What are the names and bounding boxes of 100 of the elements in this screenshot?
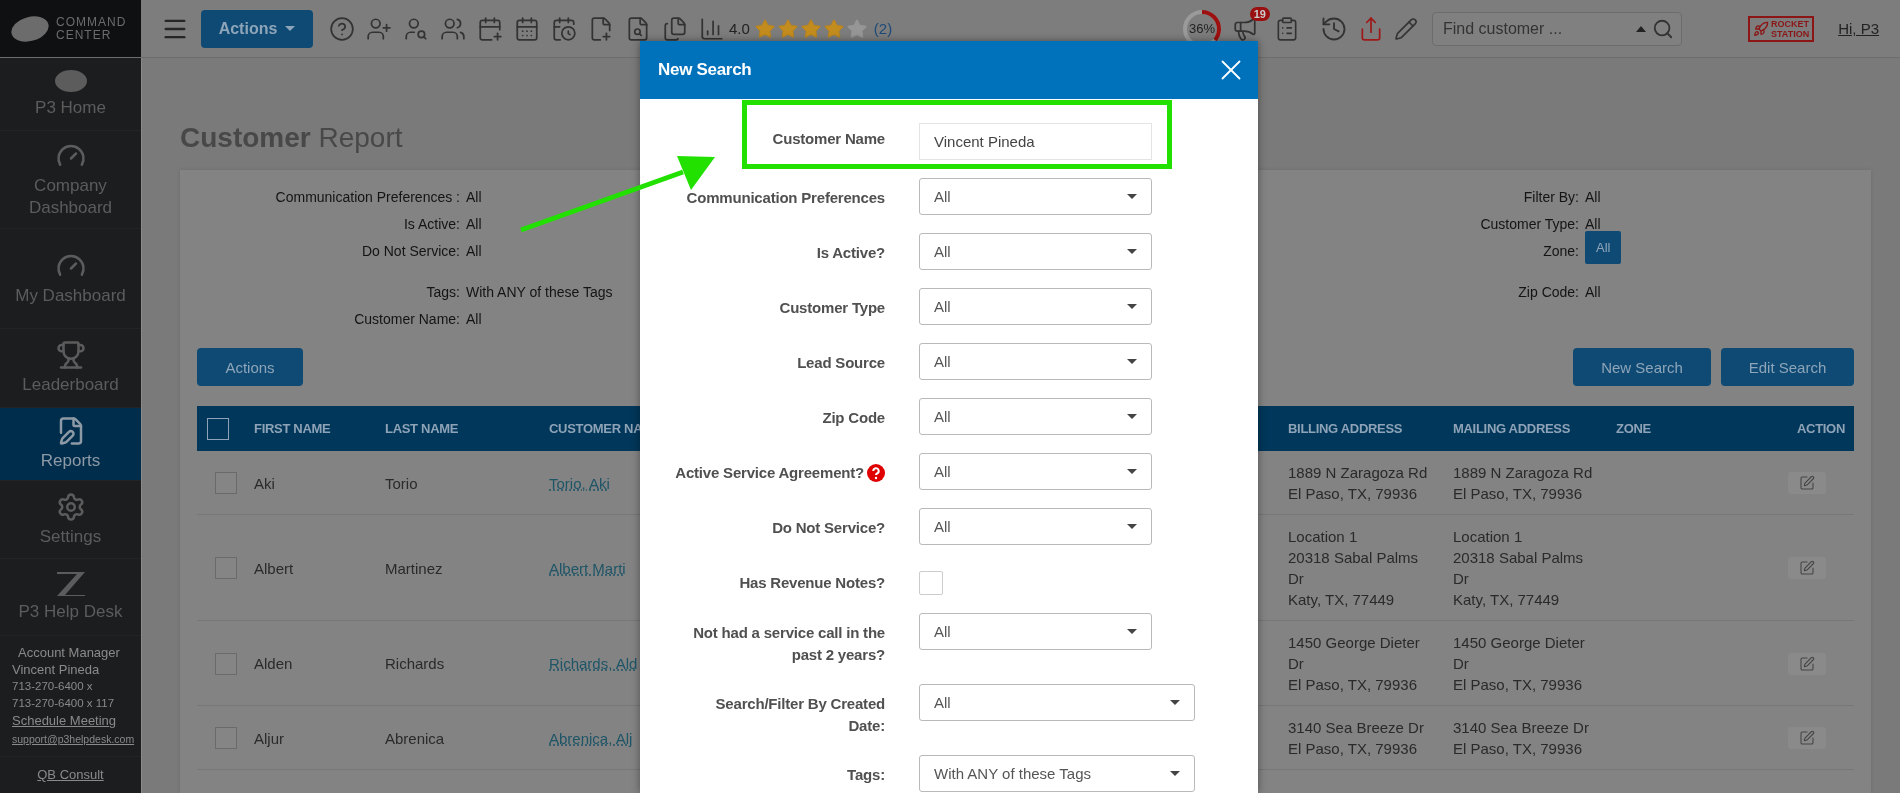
- edit-icon: [1799, 730, 1815, 746]
- edit-button[interactable]: [1788, 727, 1826, 749]
- filter-label: Communication Preferences :: [275, 188, 460, 207]
- rating-value: 4.0: [729, 20, 750, 37]
- select-field[interactable]: All: [919, 508, 1152, 545]
- brand-text: ROCKET: [1770, 18, 1810, 29]
- checkbox[interactable]: [214, 472, 237, 494]
- nav-item[interactable]: Settings: [0, 481, 141, 559]
- phone-number: 713-270-6400 x: [12, 679, 94, 694]
- filter-value: All: [1585, 283, 1602, 302]
- actions-button[interactable]: Actions: [197, 348, 303, 386]
- user-add-icon[interactable]: [366, 15, 392, 42]
- help-icon[interactable]: [329, 15, 355, 42]
- progress-label: 36%: [1188, 21, 1215, 36]
- schedule-link[interactable]: Schedule Meeting: [12, 712, 141, 730]
- search-button[interactable]: Edit Search: [1721, 348, 1854, 386]
- users-icon[interactable]: [440, 15, 466, 42]
- address-line: El Paso, TX, 79936: [1288, 675, 1418, 695]
- column-header: LAST NAME: [385, 420, 460, 438]
- calendar-icon[interactable]: [514, 15, 540, 42]
- file-add-icon[interactable]: [588, 15, 614, 42]
- address-line: 1450 George Dieter: [1453, 633, 1586, 653]
- customer-link[interactable]: Richards, Ald: [549, 653, 640, 674]
- edit-icon: [1799, 655, 1815, 672]
- consult-link[interactable]: QB Consult: [37, 767, 104, 782]
- field-label: Active Service Agreement?: [675, 463, 864, 483]
- address-line: 1889 N Zaragoza Rd: [1453, 463, 1594, 483]
- nav-item[interactable]: Company Dashboard: [0, 131, 141, 229]
- nav-item[interactable]: Reports: [0, 408, 141, 481]
- select-field[interactable]: All: [919, 453, 1152, 490]
- search-icon[interactable]: [1651, 17, 1674, 40]
- search-field[interactable]: Find customer ...: [1431, 11, 1682, 46]
- files-icon[interactable]: [662, 15, 688, 42]
- file-search-icon[interactable]: [625, 15, 651, 42]
- select-field[interactable]: With ANY of these Tags: [919, 755, 1195, 792]
- caret-icon: [1635, 25, 1646, 32]
- actions-button[interactable]: Actions: [201, 9, 313, 48]
- calendar-clock-icon[interactable]: [551, 15, 577, 42]
- select-field[interactable]: All: [919, 178, 1152, 215]
- help-icon[interactable]: [867, 464, 885, 482]
- caret-icon: [1127, 194, 1137, 199]
- account-name: Vincent Pineda: [12, 661, 101, 678]
- address-line: 20318 Sabal Palms: [1453, 548, 1585, 568]
- user-search-icon[interactable]: [403, 15, 429, 42]
- customer-link[interactable]: Abrenica, Alj: [549, 727, 640, 749]
- nav-item[interactable]: P3 Help Desk: [0, 559, 141, 636]
- logo-icon: [53, 69, 88, 93]
- user-link[interactable]: Hi, P3: [1838, 20, 1879, 37]
- caret-icon: [1170, 771, 1180, 776]
- zone-tag[interactable]: All: [1585, 231, 1622, 264]
- phone-number: 713-270-6400 x 117: [12, 696, 116, 711]
- rating-count[interactable]: (2): [873, 20, 893, 37]
- field-label: Tags:: [847, 765, 885, 785]
- address-line: Dr: [1453, 569, 1470, 589]
- address-line: El Paso, TX, 79936: [1288, 739, 1418, 759]
- nav-item[interactable]: P3 Home: [0, 58, 141, 131]
- table-cell-text: Abrenica: [385, 728, 446, 749]
- filter-label: Zip Code:: [1518, 283, 1579, 302]
- checkbox[interactable]: [214, 557, 237, 579]
- select-field[interactable]: All: [919, 613, 1152, 650]
- address-line: Dr: [1288, 569, 1305, 589]
- nav-item[interactable]: My Dashboard: [0, 229, 141, 329]
- field-label: Communication Preferences: [686, 188, 885, 208]
- address-line: 1889 N Zaragoza Rd: [1288, 463, 1429, 483]
- email-link[interactable]: support@p3helpdesk.com: [12, 730, 141, 748]
- logo-text: CENTER: [56, 28, 113, 42]
- edit-button[interactable]: [1788, 472, 1826, 494]
- edit-button[interactable]: [1788, 557, 1826, 579]
- filter-label: Tags:: [426, 283, 460, 302]
- bar-chart-icon[interactable]: [699, 15, 725, 42]
- select-field[interactable]: All: [919, 343, 1152, 380]
- checkbox[interactable]: [207, 417, 229, 440]
- field-label: Has Revenue Notes?: [739, 573, 885, 593]
- select-field[interactable]: All: [919, 233, 1152, 270]
- select-field[interactable]: All: [919, 288, 1152, 325]
- calendar-add-icon[interactable]: [477, 15, 503, 42]
- pencil-icon[interactable]: [1393, 16, 1418, 41]
- filter-label: Customer Name:: [354, 310, 460, 329]
- star-icon: [822, 17, 845, 40]
- caret-icon: [1127, 469, 1137, 474]
- checkbox[interactable]: [214, 727, 237, 749]
- table-cell-text: Aljur: [254, 728, 285, 749]
- select-field[interactable]: All: [919, 684, 1195, 721]
- filter-label: Zone:: [1543, 242, 1579, 261]
- address-line: Location 1: [1288, 527, 1359, 547]
- input-field[interactable]: Vincent Pineda: [919, 123, 1152, 160]
- star-icon: [776, 17, 799, 40]
- checkbox[interactable]: [214, 652, 237, 675]
- filter-label: Is Active:: [403, 215, 460, 234]
- address-line: El Paso, TX, 79936: [1453, 484, 1583, 504]
- filter-value: All: [1585, 188, 1602, 207]
- select-field[interactable]: All: [919, 398, 1152, 435]
- address-line: El Paso, TX, 79936: [1453, 739, 1583, 759]
- search-button[interactable]: New Search: [1573, 348, 1711, 386]
- customer-link[interactable]: Albert Marti: [549, 557, 640, 579]
- caret-icon: [1127, 359, 1137, 364]
- edit-button[interactable]: [1788, 652, 1826, 675]
- customer-link[interactable]: Torio, Aki: [549, 472, 640, 494]
- zigzag-logo-icon: [55, 571, 86, 597]
- star-icon: [753, 17, 776, 40]
